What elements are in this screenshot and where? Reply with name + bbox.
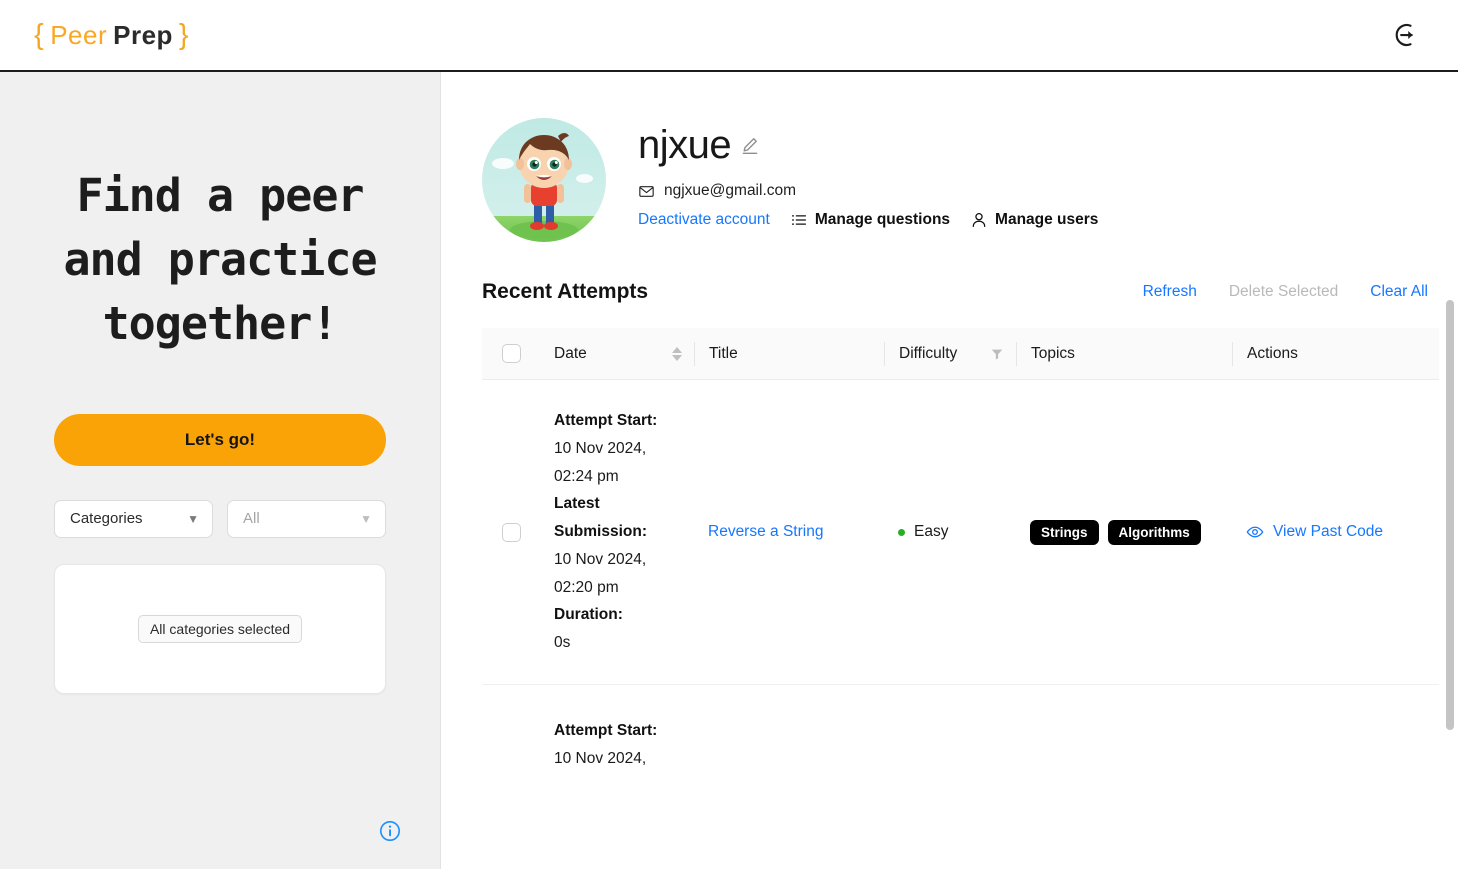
- difficulty-select-value: All: [243, 510, 260, 528]
- column-header-topics: Topics: [1016, 341, 1232, 366]
- attempt-start-label: Attempt Start:: [554, 412, 658, 430]
- topic-tag[interactable]: Strings: [1030, 519, 1099, 545]
- cell-difficulty: Easy: [884, 523, 1016, 541]
- logo-open-brace: {: [34, 18, 45, 51]
- attempts-table: Date Title Difficulty Topics Actions Att…: [482, 328, 1439, 805]
- eye-icon: [1246, 526, 1264, 538]
- attempt-start-value: 10 Nov 2024,: [554, 750, 647, 767]
- difficulty-dot-icon: [898, 528, 905, 536]
- difficulty-badge: Easy: [898, 523, 1004, 541]
- lets-go-button[interactable]: Let's go!: [54, 413, 386, 466]
- cell-topics: Strings Algorithms: [1016, 519, 1232, 545]
- latest-submission-label: Latest Submission:: [554, 495, 648, 541]
- row-select-checkbox[interactable]: [501, 522, 521, 542]
- main-content-area: njxue ngjxue@gmail.com Deactivate accoun…: [441, 72, 1458, 869]
- refresh-button[interactable]: Refresh: [1143, 283, 1197, 301]
- topic-tag[interactable]: Algorithms: [1107, 519, 1201, 545]
- duration-value: 0s: [554, 634, 571, 652]
- column-header-title: Title: [694, 341, 884, 366]
- manage-questions-link[interactable]: Manage questions: [790, 211, 950, 229]
- delete-selected-button[interactable]: Delete Selected: [1229, 283, 1338, 301]
- email-text: ngjxue@gmail.com: [664, 182, 797, 199]
- deactivate-account-link[interactable]: Deactivate account: [638, 211, 770, 229]
- profile-details: njxue ngjxue@gmail.com Deactivate accoun…: [606, 118, 1098, 229]
- latest-submission-value: 10 Nov 2024, 02:20 pm: [554, 550, 647, 596]
- profile-links-row: Deactivate account Manage questions Mana…: [638, 211, 1098, 229]
- table-row[interactable]: Attempt Start: 10 Nov 2024,: [482, 685, 1439, 805]
- recent-attempts-header: Recent Attempts Refresh Delete Selected …: [482, 280, 1428, 304]
- info-button[interactable]: [378, 819, 402, 843]
- logout-icon: [1395, 24, 1413, 46]
- logo-peer-text: Peer: [50, 19, 108, 50]
- manage-users-link[interactable]: Manage users: [970, 211, 1098, 229]
- top-navigation-bar: {Peer Prep}: [0, 0, 1458, 72]
- column-header-date-label: Date: [554, 344, 587, 362]
- categories-select-value: Categories: [70, 510, 143, 528]
- table-row[interactable]: Attempt Start: 10 Nov 2024, 02:24 pm Lat…: [482, 380, 1439, 685]
- selected-categories-card: All categories selected: [54, 563, 386, 694]
- view-past-code-label: View Past Code: [1273, 523, 1383, 540]
- column-header-difficulty-label: Difficulty: [899, 344, 958, 362]
- categories-select[interactable]: Categories ▼: [54, 499, 213, 538]
- profile-section: njxue ngjxue@gmail.com Deactivate accoun…: [441, 72, 1458, 242]
- recent-attempts-title: Recent Attempts: [482, 280, 649, 303]
- column-header-actions: Actions: [1232, 341, 1439, 366]
- select-all-checkbox-cell: [482, 344, 540, 363]
- column-header-difficulty[interactable]: Difficulty: [884, 341, 1016, 366]
- page-title: njxue: [638, 123, 732, 167]
- difficulty-select[interactable]: All ▼: [227, 499, 386, 538]
- email-row: ngjxue@gmail.com: [638, 182, 1098, 200]
- attempt-start-label: Attempt Start:: [554, 722, 658, 740]
- column-header-actions-label: Actions: [1247, 344, 1298, 362]
- recent-attempts-actions: Refresh Delete Selected Clear All: [1143, 283, 1428, 301]
- cell-actions: View Past Code: [1232, 523, 1439, 541]
- hero-heading: Find a peer and practice together!: [63, 169, 377, 350]
- cell-date: Attempt Start: 10 Nov 2024, 02:24 pm Lat…: [540, 407, 694, 657]
- logo-prep-text: Prep: [113, 19, 173, 50]
- manage-users-label: Manage users: [995, 211, 1099, 228]
- list-icon: [791, 214, 806, 226]
- chevron-down-icon: ▼: [360, 511, 372, 526]
- select-all-checkbox[interactable]: [501, 344, 521, 363]
- duration-label: Duration:: [554, 606, 623, 624]
- column-header-topics-label: Topics: [1031, 344, 1075, 362]
- cell-title: Reverse a String: [694, 523, 884, 541]
- table-header-row: Date Title Difficulty Topics Actions: [482, 328, 1439, 380]
- logout-button[interactable]: [1388, 15, 1428, 55]
- column-header-date[interactable]: Date: [540, 342, 694, 366]
- app-logo[interactable]: {Peer Prep}: [34, 19, 189, 52]
- difficulty-label: Easy: [914, 523, 949, 540]
- left-sidebar-panel: Find a peer and practice together! Let's…: [0, 72, 441, 869]
- person-icon: [972, 212, 986, 228]
- question-title-link[interactable]: Reverse a String: [708, 523, 823, 540]
- topic-tags: Strings Algorithms: [1030, 519, 1232, 545]
- all-categories-chip[interactable]: All categories selected: [137, 614, 303, 643]
- logo-close-brace: }: [178, 18, 190, 51]
- view-past-code-button[interactable]: View Past Code: [1246, 523, 1439, 541]
- pencil-edit-icon[interactable]: [740, 135, 760, 155]
- column-header-title-label: Title: [709, 344, 738, 362]
- filter-funnel-icon[interactable]: [990, 347, 1004, 361]
- manage-questions-label: Manage questions: [814, 211, 951, 228]
- cell-date: Attempt Start: 10 Nov 2024,: [540, 717, 694, 772]
- envelope-icon: [639, 185, 654, 197]
- vertical-scrollbar[interactable]: [1446, 300, 1454, 730]
- row-checkbox-cell: [482, 522, 540, 542]
- username-row: njxue: [638, 123, 1098, 167]
- attempt-start-value: 10 Nov 2024, 02:24 pm: [554, 439, 647, 485]
- sort-arrows-icon[interactable]: [672, 346, 682, 361]
- chevron-down-icon: ▼: [187, 511, 199, 526]
- clear-all-button[interactable]: Clear All: [1370, 283, 1428, 301]
- filters-row: Categories ▼ All ▼: [54, 499, 386, 538]
- avatar-character-icon: [510, 133, 578, 239]
- avatar: [482, 118, 606, 242]
- info-circle-icon: [380, 821, 400, 841]
